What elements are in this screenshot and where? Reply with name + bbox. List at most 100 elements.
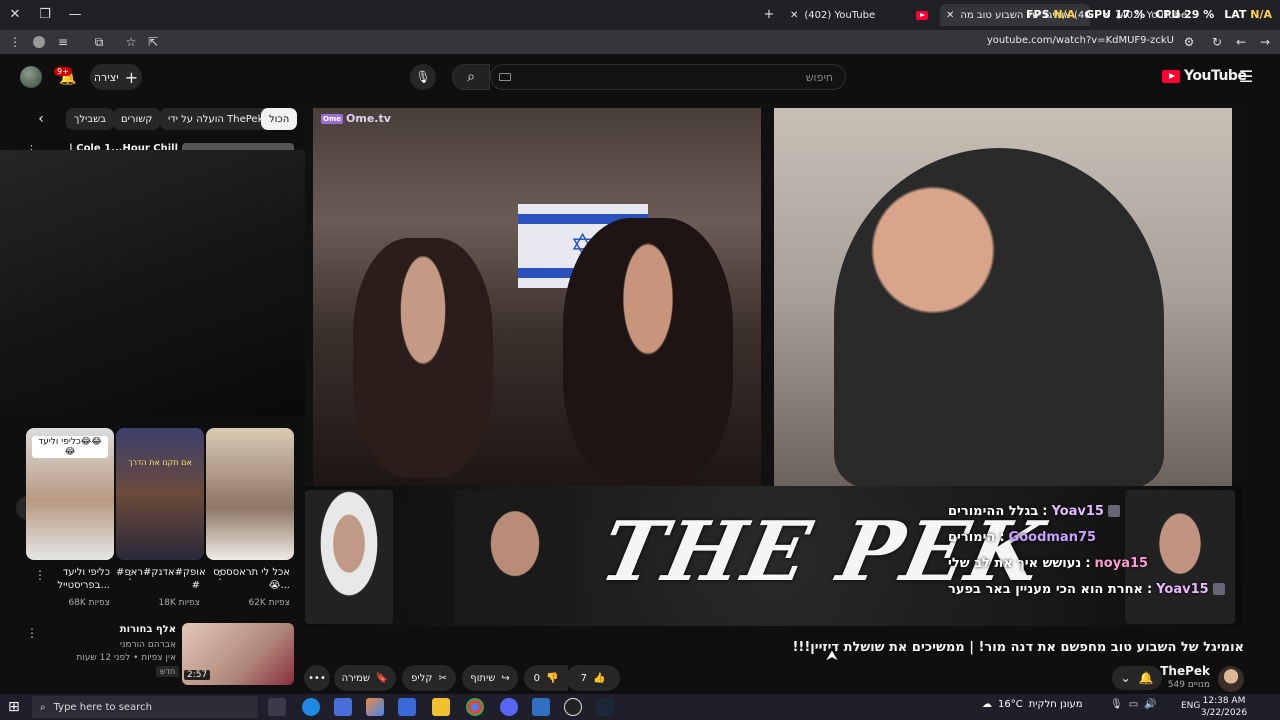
clock-time: 12:38 AM xyxy=(1202,696,1246,706)
obs-icon[interactable] xyxy=(564,698,582,716)
related-video-meta: אין צפיות • לפני 12 שעות xyxy=(76,653,176,663)
short-thumbnail[interactable]: אם תקנו את הדרך xyxy=(116,428,204,560)
ometv-logo: Ome Ome.tv xyxy=(321,112,391,125)
clip-button[interactable]: קליפ ✂ xyxy=(402,665,456,691)
bookmark-star-icon[interactable]: ☆ xyxy=(120,30,142,54)
new-badge: חדש xyxy=(156,666,180,677)
hamburger-menu-icon[interactable]: ☰ xyxy=(1236,66,1256,86)
tab-youtube[interactable]: ✕ (402) YouTube xyxy=(784,4,934,26)
related-video-title[interactable]: אלף בחורות xyxy=(40,624,176,635)
chrome-icon[interactable] xyxy=(466,698,484,716)
like-button[interactable]: 7 👍 xyxy=(566,665,620,691)
close-tab-icon[interactable]: ✕ xyxy=(946,10,954,21)
chip-related[interactable]: קשורים xyxy=(113,108,161,130)
lat-stat: LAT N/A xyxy=(1224,8,1272,21)
video-player[interactable]: ✡ Ome Ome.tv THE PEK Yoav15 : בגלל ההימו… xyxy=(305,104,1242,626)
create-label: יצירה xyxy=(93,70,119,84)
streamer-cam xyxy=(455,490,575,624)
discord-icon[interactable] xyxy=(500,698,518,716)
chevron-left-icon[interactable]: ‹ xyxy=(30,108,52,130)
close-tab-icon[interactable]: ✕ xyxy=(790,10,798,21)
back-icon[interactable]: ← xyxy=(1230,30,1252,54)
short-views: 62K צפיות xyxy=(248,598,290,608)
video-title: אומיגל של השבוע טוב מחפשם את דנה מור! | … xyxy=(792,640,1245,655)
more-vert-icon[interactable]: ⋮ xyxy=(124,568,136,582)
fps-stat: FPS N/A xyxy=(1026,8,1076,21)
playlist-icon[interactable]: ≡ xyxy=(52,30,74,54)
forward-icon[interactable]: → xyxy=(1254,30,1276,54)
search-button[interactable]: ⌕ xyxy=(452,64,490,90)
cpu-stat: CPU 29 % xyxy=(1155,8,1215,21)
video-duration: 2:57 xyxy=(184,670,211,680)
search-input[interactable]: חיפוש xyxy=(490,64,846,90)
tab-label: (402) YouTube xyxy=(804,9,876,21)
app-icon[interactable] xyxy=(398,698,416,716)
save-button[interactable]: שמירה 🔖 xyxy=(334,665,396,691)
close-window-icon[interactable]: ✕ xyxy=(0,0,30,28)
share-icon: ↪ xyxy=(501,672,510,684)
taskbar-search-input[interactable]: ⌕ Type here to search xyxy=(32,696,258,718)
menu-dots-icon[interactable]: ⋮ xyxy=(4,30,26,54)
notifications-badge: 9+ xyxy=(54,67,72,76)
profile-icon[interactable] xyxy=(28,30,50,54)
left-camera-feed: ✡ xyxy=(313,108,761,488)
system-tray[interactable]: 🎙 ▭ 🔊 xyxy=(1110,699,1157,710)
subscription-bell-button[interactable]: ⌄ 🔔 xyxy=(1112,666,1162,690)
search-placeholder: חיפוש xyxy=(805,70,833,84)
edge-icon[interactable] xyxy=(302,698,320,716)
share-page-icon[interactable]: ⇱ xyxy=(142,30,164,54)
site-settings-icon[interactable]: ⚙ xyxy=(1178,30,1200,54)
weather-desc: מעונן חלקית xyxy=(1028,699,1083,710)
chip-for-you[interactable]: בשבילך xyxy=(66,108,114,130)
short-views: 18K צפיות xyxy=(158,598,200,608)
voice-search-icon[interactable]: 🎙 xyxy=(410,64,436,90)
chip-all[interactable]: הכול xyxy=(261,108,298,130)
steam-icon[interactable] xyxy=(596,698,614,716)
app-icon[interactable] xyxy=(532,698,550,716)
task-view-icon[interactable] xyxy=(268,698,286,716)
account-avatar[interactable] xyxy=(20,66,42,88)
file-explorer-icon[interactable] xyxy=(432,698,450,716)
create-button[interactable]: יצירה + xyxy=(90,64,142,90)
windows-start-icon[interactable]: ⊞ xyxy=(8,699,20,715)
subscriber-count: 549 מנויים xyxy=(1167,680,1210,690)
more-vert-icon[interactable]: ⋮ xyxy=(34,568,46,582)
taskbar-search-placeholder: Type here to search xyxy=(53,701,152,713)
clock[interactable]: 12:38 AM 3/22/2026 xyxy=(1200,695,1248,719)
youtube-logo[interactable]: YouTube xyxy=(1162,68,1247,84)
minimize-window-icon[interactable]: — xyxy=(60,0,90,28)
short-thumbnail[interactable]: כליפי וליעד😂😂😂 xyxy=(26,428,114,560)
share-button[interactable]: שיתוף ↪ xyxy=(462,665,518,691)
dislike-button[interactable]: 0 👎 xyxy=(524,665,568,691)
search-icon: ⌕ xyxy=(467,69,475,85)
keyboard-icon[interactable] xyxy=(499,73,511,81)
plus-icon: + xyxy=(124,67,139,87)
related-video-channel[interactable]: אברהם הורמני xyxy=(40,640,176,650)
channel-name[interactable]: ThePek xyxy=(1160,664,1210,678)
new-tab-button[interactable]: + xyxy=(754,0,784,28)
restore-window-icon[interactable]: ❐ xyxy=(30,0,60,28)
store-icon[interactable] xyxy=(334,698,352,716)
more-actions-button[interactable]: ••• xyxy=(304,665,330,691)
extensions-icon[interactable]: ⧉ xyxy=(88,30,110,54)
weather-icon: ☁ xyxy=(982,699,992,710)
mouse-cursor-icon: ⮝ xyxy=(826,648,838,664)
search-icon: ⌕ xyxy=(40,701,46,713)
thumbs-up-icon: 👍 xyxy=(592,672,606,684)
reload-icon[interactable]: ↻ xyxy=(1206,30,1228,54)
more-vert-icon[interactable]: ⋮ xyxy=(26,626,38,640)
language-indicator[interactable]: ENG xyxy=(1181,701,1200,711)
weather-widget[interactable]: ☁ 16°C מעונן חלקית xyxy=(982,699,1083,710)
more-vert-icon[interactable]: ⋮ xyxy=(214,568,226,582)
channel-avatar[interactable] xyxy=(1218,666,1244,692)
youtube-play-icon xyxy=(1162,69,1180,83)
copilot-icon[interactable] xyxy=(366,698,384,716)
short-thumbnail[interactable] xyxy=(206,428,294,560)
short-overlay-text: כליפי וליעד😂😂😂 xyxy=(32,436,108,458)
url-text[interactable]: youtube.com/watch?v=KdMUF9-zckU xyxy=(987,35,1174,46)
volume-icon[interactable]: 🔊 xyxy=(1144,699,1156,710)
share-label: שיתוף xyxy=(470,672,496,684)
chip-uploaded-by[interactable]: הועלה על ידי ThePek xyxy=(160,108,272,130)
mic-icon[interactable]: 🎙 xyxy=(1110,699,1123,710)
network-icon[interactable]: ▭ xyxy=(1129,699,1138,710)
